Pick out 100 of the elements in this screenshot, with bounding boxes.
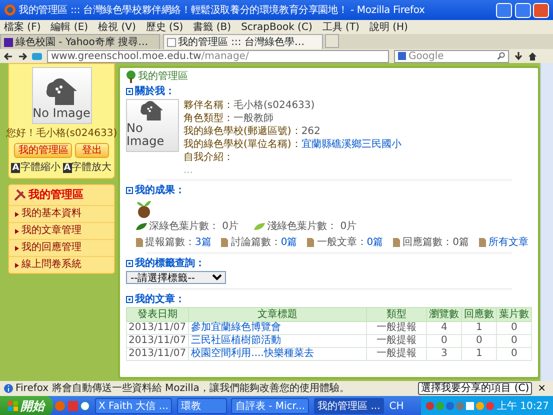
address-field[interactable]: www.greenschool.moe.edu.tw/manage/ bbox=[47, 50, 389, 62]
search-icon[interactable] bbox=[497, 52, 505, 60]
share-button[interactable]: 選擇我要分享的項目 (C) bbox=[418, 382, 532, 395]
profile-field: 自我介紹： bbox=[184, 150, 402, 164]
article-link[interactable]: 參加宜蘭綠色博覽會 bbox=[188, 321, 367, 334]
document-icon bbox=[479, 238, 486, 246]
browser-icon[interactable] bbox=[80, 401, 90, 411]
leaf-count: 深綠色葉片數： 0片 bbox=[149, 220, 239, 234]
logout-button[interactable]: 登出 bbox=[74, 143, 109, 158]
table-cell: 4 bbox=[426, 321, 462, 334]
browser-tab[interactable]: 我的管理區 ::: 台灣綠色學… bbox=[162, 34, 322, 49]
page-icon bbox=[166, 38, 176, 46]
firefox-icon bbox=[4, 4, 16, 16]
profile-field: 角色類型：一般教師 bbox=[184, 112, 402, 124]
column-header[interactable]: 發表日期 bbox=[126, 307, 189, 321]
article-link[interactable]: 三民社區植樹節活動 bbox=[188, 334, 367, 347]
table-cell: 一般提報 bbox=[366, 321, 427, 334]
window-title: 我的管理區 ::: 台灣綠色學校夥伴網絡！輕鬆汲取養分的環境教育分享園地！ - Mozilla Firefox bbox=[18, 4, 426, 18]
section-icon bbox=[126, 296, 132, 302]
taskbar-button[interactable]: 我的管理區 ... bbox=[314, 398, 384, 414]
table-cell: 2013/11/07 bbox=[126, 334, 189, 347]
table-cell: 1 bbox=[462, 347, 497, 360]
back-icon[interactable] bbox=[4, 52, 13, 60]
tag-select[interactable]: --請選擇標籤-- bbox=[126, 270, 226, 284]
table-cell: 1 bbox=[462, 321, 497, 334]
stat-text: 回應篇數：0篇 bbox=[402, 236, 469, 250]
table-cell: 3 bbox=[426, 347, 462, 360]
manage-button[interactable]: 我的管理區 bbox=[14, 143, 72, 158]
bullet-icon bbox=[15, 262, 19, 268]
ellipsis-text: ... bbox=[184, 164, 194, 176]
google-icon bbox=[398, 52, 406, 60]
document-icon bbox=[393, 238, 400, 246]
column-header[interactable]: 文章標題 bbox=[188, 307, 367, 321]
scrollbar[interactable] bbox=[540, 63, 553, 381]
site-icon bbox=[32, 52, 42, 60]
url-text: www.greenschool.moe.edu.tw/manage/ bbox=[51, 50, 250, 62]
notification-text: Firefox 將會自動傳送一些資料給 Mozilla，讓我們能夠改善您的使用體驗。 bbox=[16, 382, 350, 396]
close-button[interactable]: × bbox=[534, 383, 549, 394]
stat-text: 一般文章：0篇 bbox=[316, 236, 384, 250]
no-image-text: No Image bbox=[126, 122, 166, 148]
tree-house-icon bbox=[44, 77, 78, 107]
profile-field: 我的綠色學校(郵遞區號)：262 bbox=[184, 124, 402, 138]
column-header[interactable]: 回應數 bbox=[462, 307, 497, 321]
minimize-button[interactable] bbox=[496, 2, 512, 18]
section-title: 我的成果： bbox=[135, 184, 185, 196]
search-placeholder: Google bbox=[408, 50, 445, 62]
section-title: 我的文章： bbox=[135, 292, 185, 306]
table-cell: 0 bbox=[426, 334, 462, 347]
all-articles-link[interactable]: 所有文章 bbox=[488, 234, 528, 250]
section-icon bbox=[126, 88, 132, 94]
sidebar-item[interactable]: 我的回應管理 bbox=[9, 239, 114, 256]
bullet-icon bbox=[15, 212, 19, 216]
menu-item[interactable]: 檢視 (V) bbox=[98, 20, 136, 34]
maximize-button[interactable] bbox=[514, 2, 530, 18]
taskbar-button[interactable]: X Faith 大信 ... bbox=[94, 398, 172, 414]
profile-field: 夥伴名稱：毛小格(s024633) bbox=[184, 98, 402, 112]
menu-item[interactable]: 編輯 (E) bbox=[50, 20, 88, 34]
tray-icons-drawing bbox=[424, 401, 494, 411]
font-size-icon: A bbox=[11, 162, 20, 172]
stat-text: 討論篇數：0篇 bbox=[230, 236, 298, 250]
browser-tab[interactable]: 綠色校園 - Yahoo奇摩 搜尋… bbox=[0, 34, 160, 49]
school-link[interactable]: 宜蘭縣礁溪鄉三民國小 bbox=[301, 138, 402, 150]
font-smaller-link[interactable]: A字體縮小 bbox=[11, 160, 60, 175]
column-header[interactable]: 瀏覽數 bbox=[426, 307, 462, 321]
forward-icon[interactable] bbox=[18, 52, 27, 60]
table-cell: 0 bbox=[496, 321, 532, 334]
language-indicator: CH bbox=[389, 400, 404, 414]
download-icon[interactable] bbox=[514, 52, 523, 60]
menu-item[interactable]: 工具 (T) bbox=[322, 20, 360, 34]
table-cell: 0 bbox=[496, 347, 532, 360]
stat-text: 提報篇數：3篇 bbox=[145, 236, 212, 250]
search-field[interactable]: Google bbox=[394, 50, 509, 62]
yahoo-icon bbox=[4, 38, 13, 46]
article-link[interactable]: 校園空間利用....快樂種菜去 bbox=[188, 347, 367, 360]
profile-field: 我的綠色學校(單位名稱)：宜蘭縣礁溪鄉三民國小 bbox=[184, 138, 402, 150]
close-button[interactable] bbox=[533, 2, 549, 18]
column-header[interactable]: 葉片數 bbox=[496, 307, 532, 321]
table-cell: 一般提報 bbox=[366, 347, 427, 360]
sidebar-item[interactable]: 線上問卷系統 bbox=[9, 256, 114, 273]
sidebar-item[interactable]: 我的基本資料 bbox=[9, 205, 114, 222]
menu-item[interactable]: 歷史 (S) bbox=[146, 20, 184, 34]
home-icon[interactable] bbox=[528, 52, 537, 60]
greeting-text: 您好！毛小格(s024633) bbox=[6, 126, 118, 141]
menu-item[interactable]: 說明 (H) bbox=[369, 20, 408, 34]
menu-item[interactable]: ScrapBook (C) bbox=[241, 20, 312, 34]
sidebar-item[interactable]: 我的文章管理 bbox=[9, 222, 114, 239]
menu-item[interactable]: 檔案 (F) bbox=[4, 20, 41, 34]
menu-title: 我的管理區 bbox=[28, 186, 84, 203]
windows-icon bbox=[8, 401, 18, 411]
column-header[interactable]: 類型 bbox=[366, 307, 427, 321]
font-larger-link[interactable]: A字體放大 bbox=[62, 160, 112, 175]
leaf-count: 淺綠色葉片數： 0片 bbox=[267, 220, 357, 234]
section-title: 關於我： bbox=[135, 84, 175, 98]
document-icon bbox=[307, 238, 314, 246]
menu-item[interactable]: 書籤 (B) bbox=[193, 20, 232, 34]
table-cell: 一般提報 bbox=[366, 334, 427, 347]
taskbar-button[interactable]: 自評表 - Micr... bbox=[231, 398, 310, 414]
clock-text: 上午 10:27 bbox=[497, 400, 549, 414]
taskbar-button[interactable]: 環教 bbox=[176, 398, 227, 414]
bullet-icon bbox=[15, 246, 19, 250]
